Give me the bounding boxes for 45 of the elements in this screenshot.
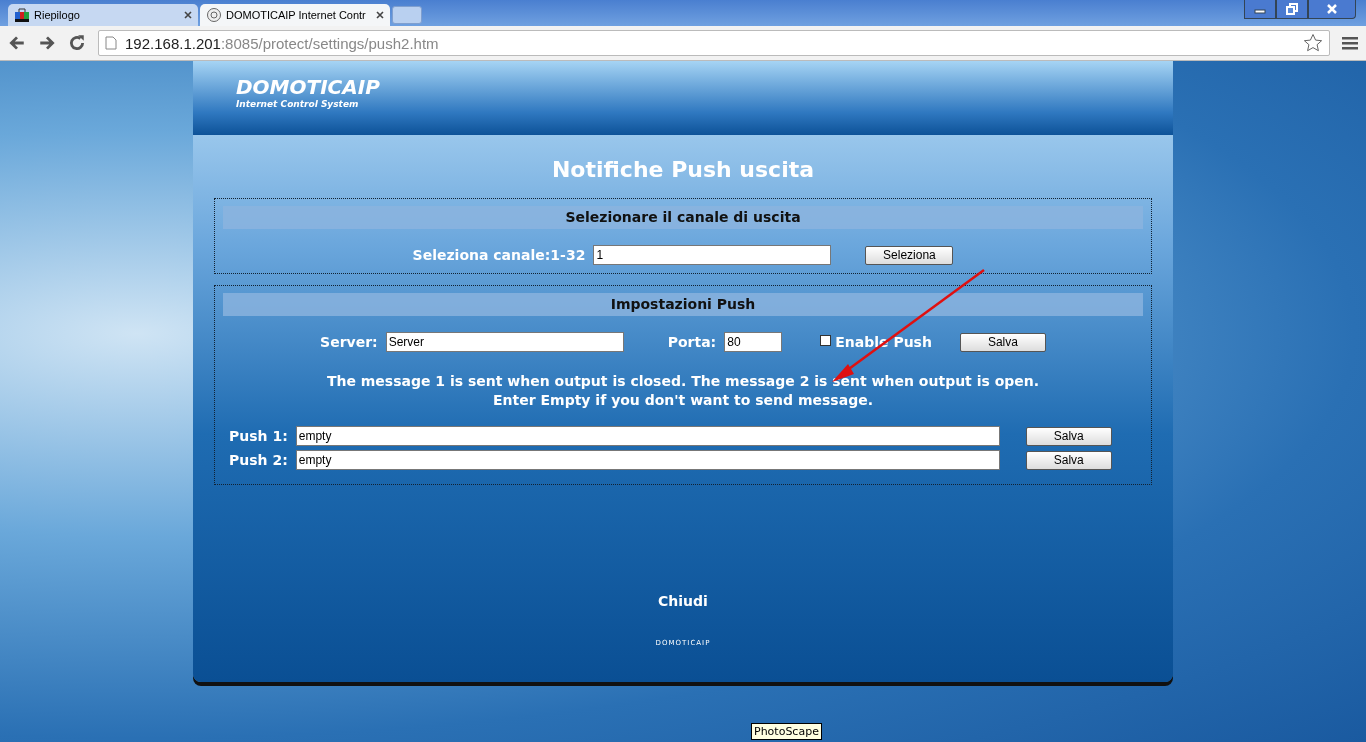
section-heading: Selezionare il canale di uscita xyxy=(223,206,1143,229)
page-icon xyxy=(105,36,117,50)
close-link[interactable]: Chiudi xyxy=(658,593,708,609)
browser-tab[interactable]: DOMOTICAIP Internet Contr xyxy=(200,4,390,26)
back-icon[interactable] xyxy=(8,34,26,52)
channel-input[interactable]: 1 xyxy=(593,245,832,265)
tooltip: PhotoScape xyxy=(751,723,822,740)
globe-icon xyxy=(206,7,222,23)
restore-icon xyxy=(1286,3,1298,15)
save-button[interactable]: Salva xyxy=(1025,426,1112,446)
address-bar[interactable]: 192.168.1.201:8085/protect/settings/push2.htm xyxy=(98,30,1330,56)
section-heading: Impostazioni Push xyxy=(223,293,1143,316)
minimize-button[interactable] xyxy=(1244,0,1276,19)
close-tab-icon[interactable] xyxy=(376,11,384,19)
url-text: 192.168.1.201:8085/protect/settings/push2.htm xyxy=(125,34,440,52)
field-label: Seleziona canale:1-32 xyxy=(412,247,586,263)
info-text: Enter Empty if you don't want to send message. xyxy=(492,391,874,410)
star-icon[interactable] xyxy=(1303,33,1323,53)
close-icon xyxy=(1326,3,1338,15)
info-text: The message 1 is sent when output is closed. The message 2 is sent when output is open. xyxy=(325,372,1041,391)
tab-title: Riepilogo xyxy=(34,9,81,21)
field-label: Server: xyxy=(320,334,378,350)
field-label: Porta: xyxy=(667,334,717,350)
save-button[interactable]: Salva xyxy=(959,332,1046,352)
logo-text: DOMOTICAIP xyxy=(236,75,381,99)
bag-icon xyxy=(14,7,30,23)
server-input[interactable]: Server xyxy=(385,332,624,352)
page-title: Notifiche Push uscita xyxy=(551,157,815,182)
tab-title: DOMOTICAIP Internet Contr xyxy=(226,9,367,21)
tagline: Internet Control System xyxy=(236,99,360,109)
save-button[interactable]: Salva xyxy=(1025,450,1112,470)
field-label: Push 1: xyxy=(229,428,288,444)
close-tab-icon[interactable] xyxy=(184,11,192,19)
enable-checkbox[interactable] xyxy=(820,335,832,346)
select-button[interactable]: Seleziona xyxy=(865,245,954,265)
menu-icon[interactable] xyxy=(1342,36,1358,50)
message-input[interactable]: empty xyxy=(295,426,1000,446)
field-label: Push 2: xyxy=(229,452,288,468)
restore-button[interactable] xyxy=(1276,0,1308,19)
close-button[interactable] xyxy=(1308,0,1356,19)
forward-icon[interactable] xyxy=(38,34,56,52)
message-input[interactable]: empty xyxy=(295,450,1000,470)
browser-tab[interactable]: Riepilogo xyxy=(8,4,198,26)
reload-icon[interactable] xyxy=(68,34,86,52)
port-input[interactable]: 80 xyxy=(724,332,783,352)
